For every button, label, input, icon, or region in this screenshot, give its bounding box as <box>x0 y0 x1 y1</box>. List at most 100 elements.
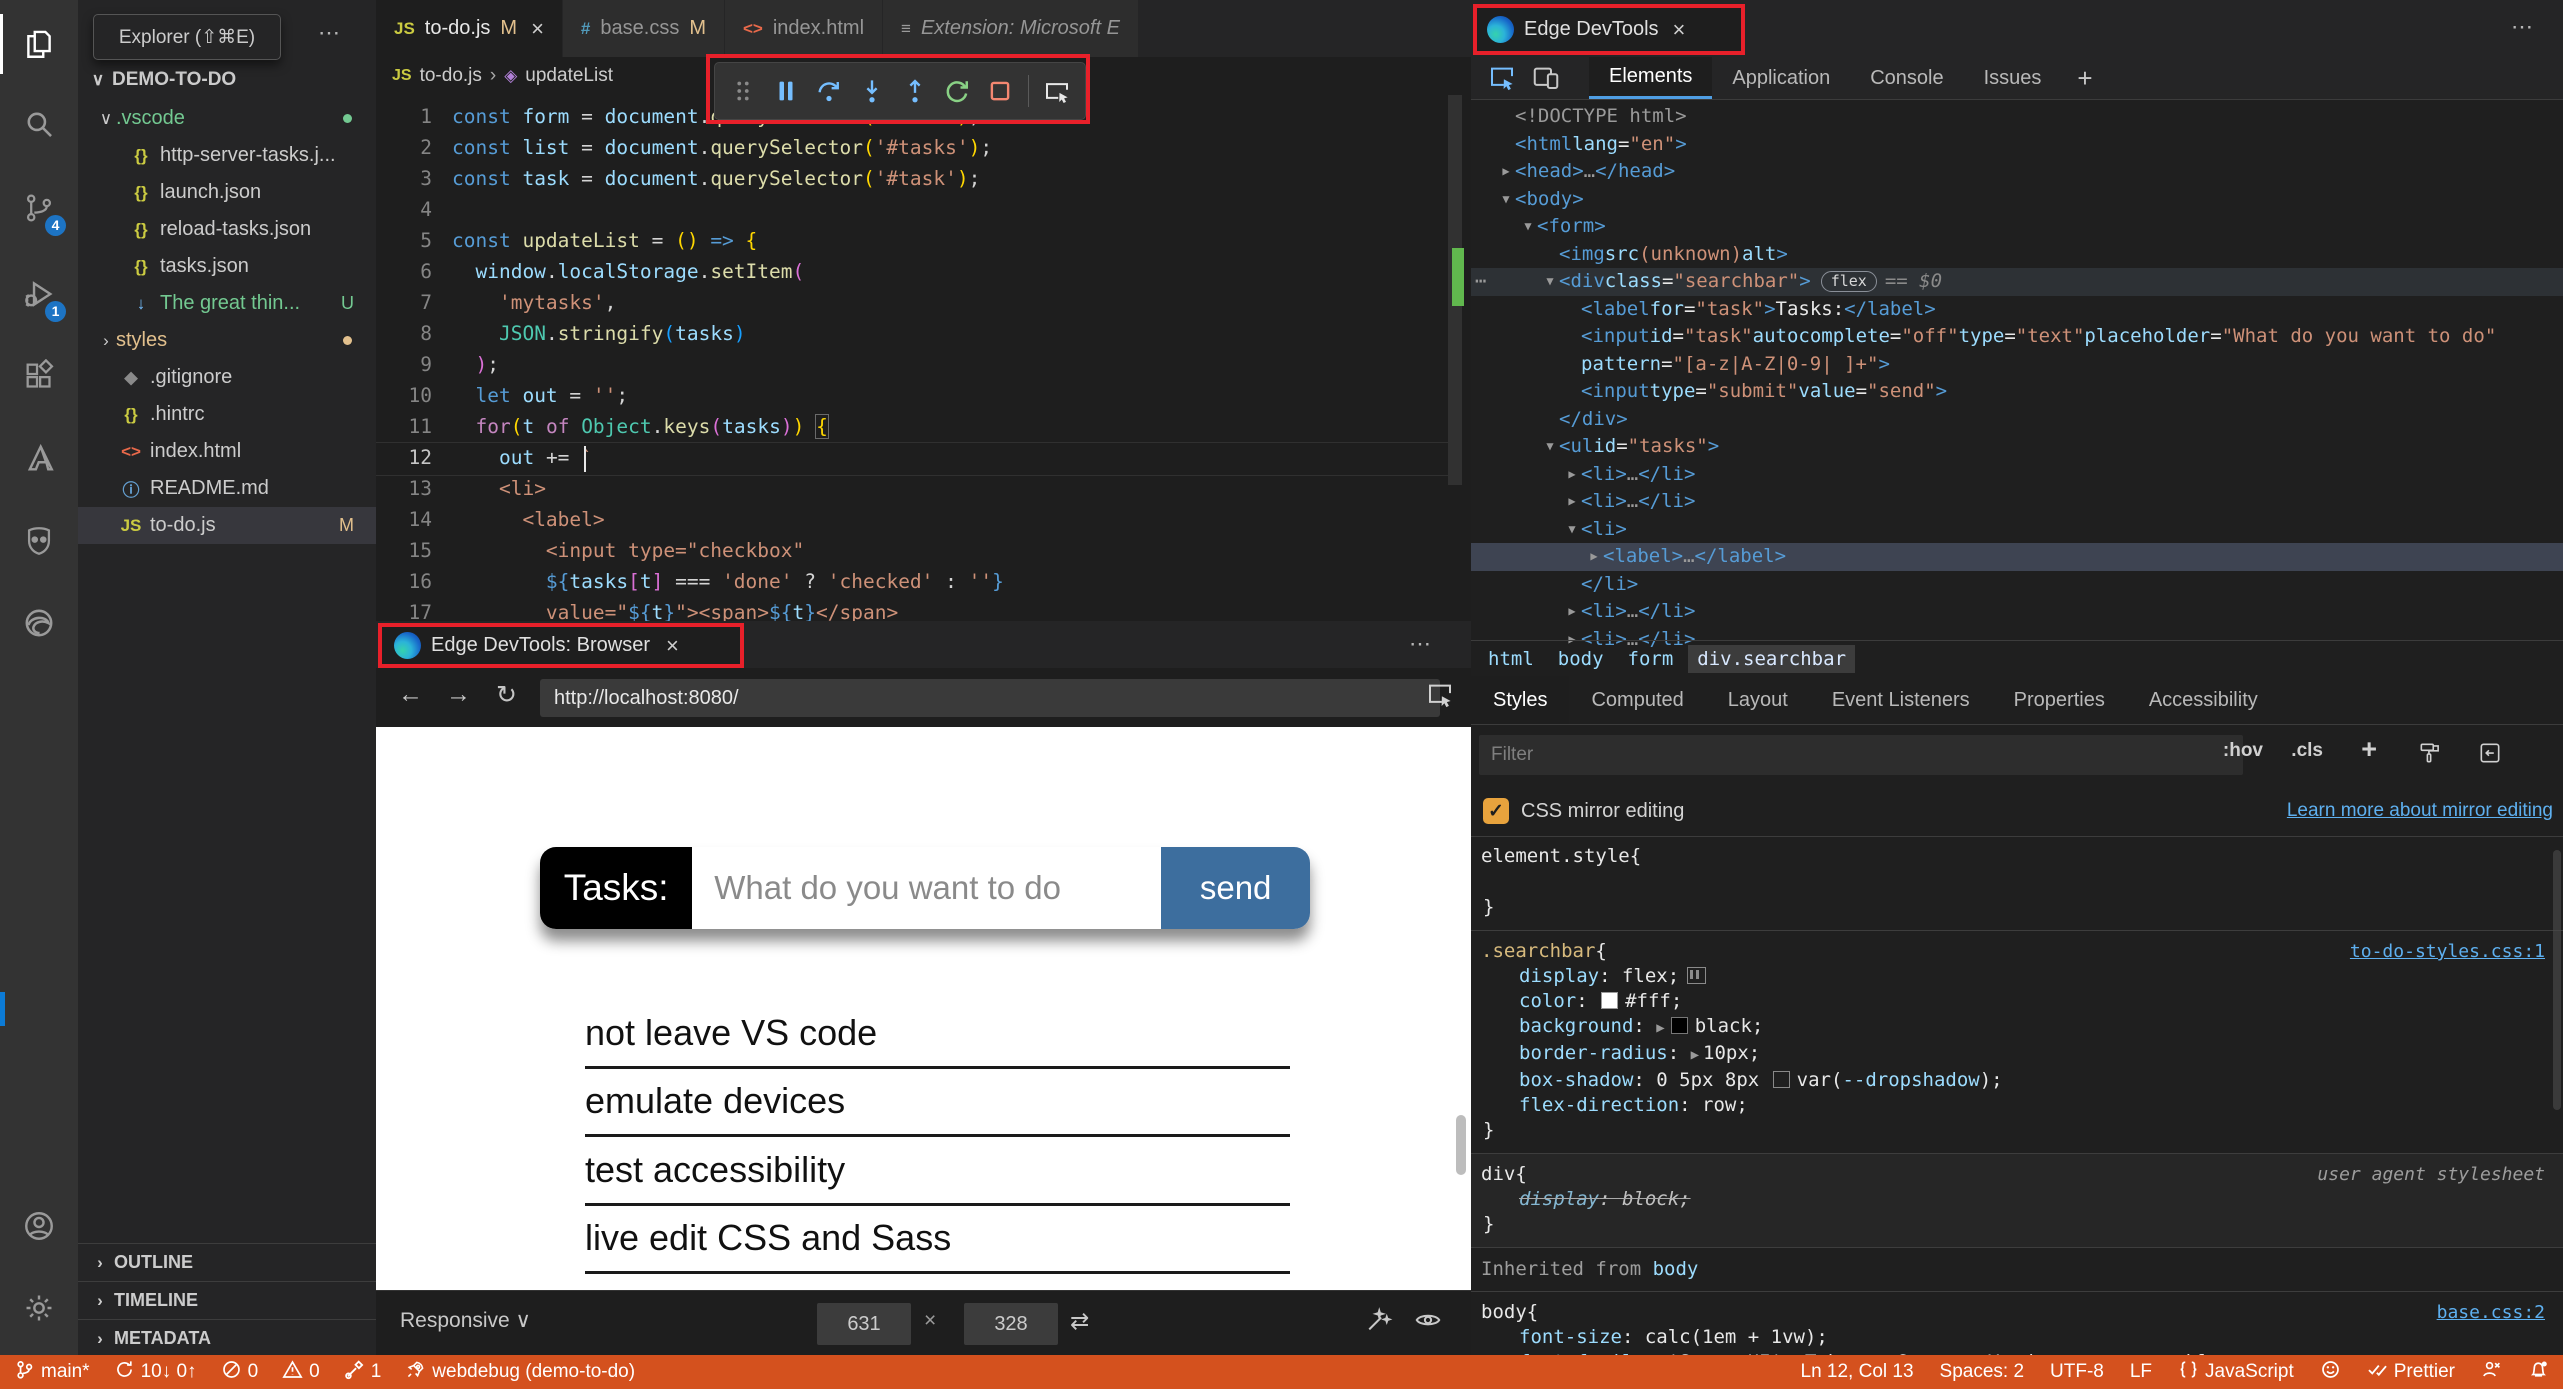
device-emulation-icon[interactable] <box>1531 63 1561 93</box>
tree-row[interactable]: pattern = "[a-z|A-Z|0-9| ]+" > <box>1471 351 2563 379</box>
tree-row[interactable]: ▶ <label>… </label> <box>1471 543 2563 571</box>
task-item[interactable]: live edit CSS and Sass <box>585 1206 1290 1274</box>
edge-icon[interactable] <box>9 593 69 653</box>
tree-row[interactable]: ▼ <body> <box>1471 186 2563 214</box>
code-editor[interactable]: 1const form = document.querySelector('#f… <box>376 101 1448 621</box>
tab-base-css[interactable]: # base.css M <box>562 0 725 57</box>
tree-row[interactable]: <!DOCTYPE html> <box>1471 103 2563 131</box>
css-property[interactable]: color: #fff; <box>1481 989 2553 1014</box>
styles-tab-styles[interactable]: Styles <box>1471 676 1570 724</box>
devtools-tab-issues[interactable]: Issues <box>1964 57 2062 99</box>
status-webdebug-demo-to-do-[interactable]: webdebug (demo-to-do) <box>405 1359 635 1386</box>
tree-row[interactable]: ▼ <li> <box>1471 516 2563 544</box>
tree-row[interactable]: ▶ <li>… </li> <box>1471 598 2563 626</box>
close-icon[interactable]: × <box>666 633 679 659</box>
stepout-button[interactable] <box>897 71 933 111</box>
task-input[interactable] <box>692 847 1162 929</box>
status-personx[interactable] <box>2481 1359 2502 1386</box>
inherited-element-link[interactable]: body <box>1653 1258 1699 1280</box>
viewport-width-input[interactable] <box>817 1303 911 1345</box>
stop-button[interactable] <box>982 71 1018 111</box>
explorer-item-to-do-js[interactable]: JS to-do.js M <box>78 507 376 544</box>
search-icon[interactable] <box>9 94 69 154</box>
breadcrumb[interactable]: JS to-do.js › ◈ updateList <box>392 60 613 92</box>
section-outline[interactable]: › OUTLINE <box>78 1243 376 1281</box>
css-property[interactable]: border-radius: ▶ 10px; <box>1481 1041 2553 1068</box>
selector[interactable]: .searchbar <box>1481 939 1595 964</box>
selector[interactable]: body <box>1481 1300 1527 1325</box>
browser-panel-tab[interactable]: Edge DevTools: Browser × <box>378 623 744 668</box>
color-swatch[interactable] <box>1670 1017 1688 1034</box>
stylesheet-link[interactable]: to-do-styles.css:1 <box>2350 939 2553 964</box>
expand-arrow-icon[interactable]: ▶ <box>1563 488 1581 516</box>
devtools-mask-icon[interactable] <box>9 511 69 571</box>
breadcrumb-html[interactable]: html <box>1479 645 1543 673</box>
tab-to-do-js[interactable]: JS to-do.js M × <box>376 0 563 57</box>
reload-icon[interactable]: ↻ <box>496 680 517 710</box>
expand-arrow-icon[interactable]: ▶ <box>1563 598 1581 626</box>
css-property[interactable]: display: flex; <box>1481 964 2553 989</box>
explorer-item-styles[interactable]: › styles <box>78 322 376 359</box>
status-smiley[interactable] <box>2320 1359 2341 1386</box>
restart-button[interactable] <box>939 71 975 111</box>
azure-icon[interactable] <box>9 428 69 488</box>
styles-tab-computed[interactable]: Computed <box>1569 676 1705 724</box>
explorer-item--gitignore[interactable]: ◆ .gitignore <box>78 359 376 396</box>
styles-scrollbar[interactable] <box>2553 850 2561 1110</box>
status-10-0-[interactable]: 10↓ 0↑ <box>114 1359 197 1386</box>
url-input[interactable] <box>540 679 1440 717</box>
explorer-item-launch-json[interactable]: {} launch.json <box>78 174 376 211</box>
styles-filter-input[interactable] <box>1479 735 2243 775</box>
breadcrumb-body[interactable]: body <box>1549 645 1613 673</box>
responsive-mode-dropdown[interactable]: Responsive ∨ <box>400 1308 531 1333</box>
inspect-element-icon[interactable] <box>1487 63 1517 93</box>
css-property[interactable]: background: ▶ black; <box>1481 1014 2553 1041</box>
tree-row[interactable]: <label for = "task" > Tasks: </label> <box>1471 296 2563 324</box>
css-mirror-checkbox[interactable]: ✓ <box>1483 798 1509 824</box>
breadcrumb-file[interactable]: to-do.js <box>420 65 482 87</box>
styles-tab-properties[interactable]: Properties <box>1992 676 2127 724</box>
inspect-icon[interactable] <box>1425 680 1455 715</box>
class-toggle[interactable]: .cls <box>2291 740 2323 762</box>
tree-row[interactable]: ▼ <form> <box>1471 213 2563 241</box>
row-actions-icon[interactable]: ⋯ <box>1475 268 1486 296</box>
styles-tab-layout[interactable]: Layout <box>1706 676 1810 724</box>
extensions-icon[interactable] <box>9 346 69 406</box>
expand-arrow-icon[interactable]: ▼ <box>1519 213 1537 241</box>
status-spaces-2[interactable]: Spaces: 2 <box>1940 1361 2025 1383</box>
task-item[interactable]: have lots to do <box>585 1274 1290 1290</box>
status-ln-12-col-13[interactable]: Ln 12, Col 13 <box>1801 1361 1914 1383</box>
flex-badge[interactable]: flex <box>1820 271 1877 293</box>
close-icon[interactable]: × <box>531 16 544 42</box>
breadcrumb-symbol[interactable]: updateList <box>525 65 613 87</box>
new-rule-icon[interactable]: + <box>2361 734 2377 765</box>
pseudo-state-toggle[interactable]: :hov <box>2223 740 2263 762</box>
tree-row[interactable]: ▶ <li>… </li> <box>1471 461 2563 489</box>
devtools-tab-console[interactable]: Console <box>1850 57 1963 99</box>
explorer-item--vscode[interactable]: ∨ .vscode <box>78 100 376 137</box>
add-tool-icon[interactable]: + <box>2077 63 2092 94</box>
status-1[interactable]: 1 <box>344 1359 381 1386</box>
source-control-icon[interactable]: 4 <box>9 178 69 238</box>
back-icon[interactable]: ← <box>398 680 423 709</box>
cast-button[interactable] <box>1039 71 1075 111</box>
tree-row[interactable]: ▶ <li>… </li> <box>1471 488 2563 516</box>
section-metadata[interactable]: › METADATA <box>78 1319 376 1355</box>
explorer-item--hintrc[interactable]: {} .hintrc <box>78 396 376 433</box>
color-scheme-icon[interactable] <box>2417 740 2443 772</box>
breadcrumb-form[interactable]: form <box>1619 645 1683 673</box>
browser-panel-actions-icon[interactable]: ⋯ <box>1409 631 1431 657</box>
status-javascript[interactable]: JavaScript <box>2178 1359 2294 1386</box>
forward-icon[interactable]: → <box>446 680 471 709</box>
explorer-item-http-server-tasks-j-[interactable]: {} http-server-tasks.j... <box>78 137 376 174</box>
breadcrumb-div-searchbar[interactable]: div.searchbar <box>1688 645 1856 673</box>
wand-icon[interactable] <box>1363 1305 1393 1340</box>
tree-row[interactable]: </div> <box>1471 406 2563 434</box>
styles-tab-accessibility[interactable]: Accessibility <box>2127 676 2280 724</box>
swap-dimensions-icon[interactable]: ⇄ <box>1070 1308 1089 1335</box>
account-icon[interactable] <box>9 1196 69 1256</box>
explorer-root-folder[interactable]: ∨ DEMO-TO-DO <box>78 62 376 98</box>
status-main-[interactable]: main* <box>14 1359 90 1386</box>
eye-icon[interactable] <box>1413 1305 1443 1340</box>
status-prettier[interactable]: Prettier <box>2367 1359 2455 1386</box>
